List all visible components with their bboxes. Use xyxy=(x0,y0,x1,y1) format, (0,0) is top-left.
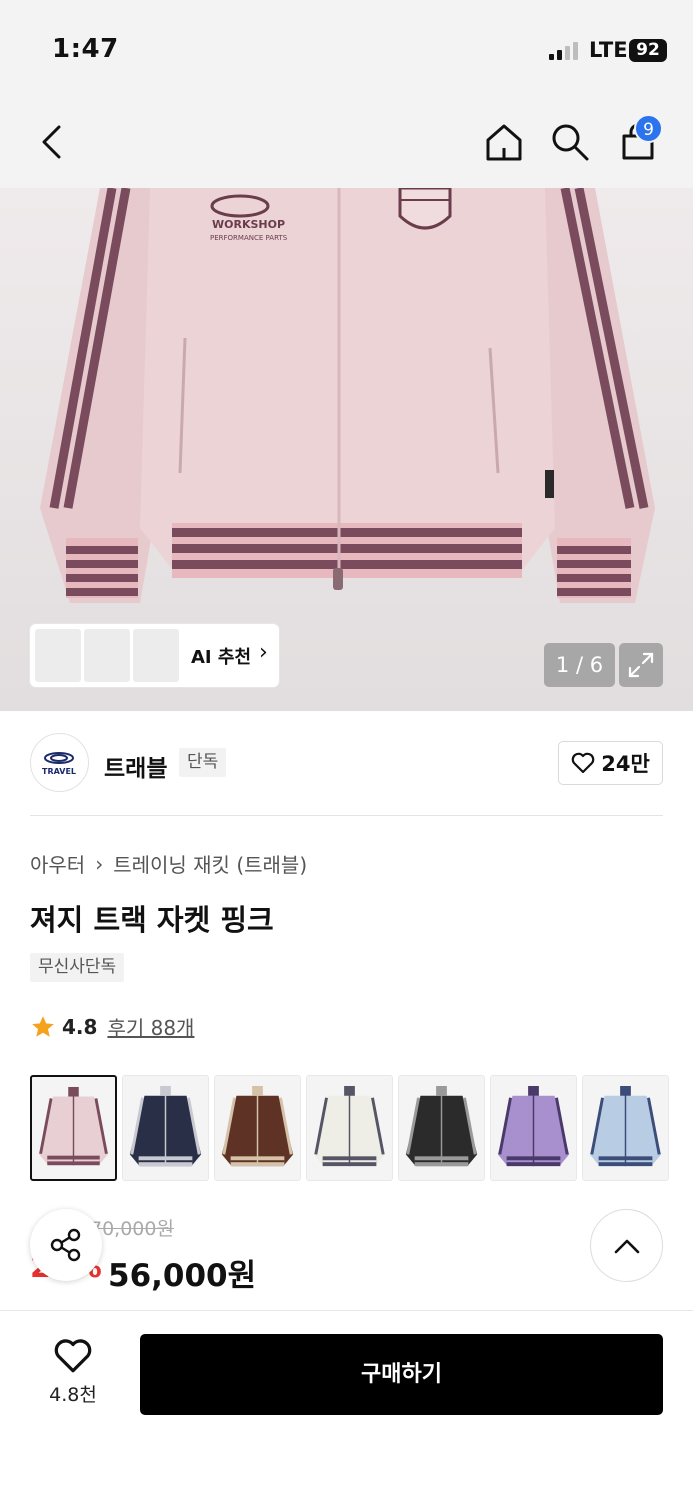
wishlist-count: 4.8천 xyxy=(49,1384,97,1406)
expand-icon[interactable] xyxy=(619,643,663,687)
svg-text:WORKSHOP: WORKSHOP xyxy=(212,218,285,231)
ai-recommend-label: AI 추천 xyxy=(191,647,252,668)
breadcrumb-item[interactable]: 아우터 xyxy=(30,849,85,878)
color-option-ivory[interactable] xyxy=(306,1075,393,1181)
status-bar: 1:47 LTE 92 xyxy=(0,0,693,100)
divider xyxy=(30,815,663,816)
heart-icon xyxy=(54,1339,92,1373)
color-option-black[interactable] xyxy=(398,1075,485,1181)
rating-value: 4.8 xyxy=(62,1014,98,1039)
color-option-navy[interactable] xyxy=(122,1075,209,1181)
top-nav xyxy=(0,100,693,188)
ai-thumbnail xyxy=(35,629,81,682)
chevron-up-icon xyxy=(614,1239,639,1253)
brand-logo[interactable]: TRAVEL xyxy=(30,733,89,792)
musinsa-exclusive-tag: 무신사단독 xyxy=(30,953,125,982)
review-link[interactable]: 후기 88개 xyxy=(107,1012,194,1041)
color-option-purple-model[interactable] xyxy=(490,1075,577,1181)
color-option-brown[interactable] xyxy=(214,1075,301,1181)
network-label: LTE xyxy=(589,38,628,62)
svg-text:PERFORMANCE PARTS: PERFORMANCE PARTS xyxy=(210,234,288,242)
breadcrumb: 아우터 › 트레이닝 재킷 (트래블) xyxy=(30,849,307,878)
sale-price: 56,000원 xyxy=(108,1258,257,1294)
image-page-counter: 1 / 6 xyxy=(544,643,615,687)
divider xyxy=(0,1310,693,1311)
brand-exclusive-tag: 단독 xyxy=(179,748,227,777)
brand-logo-text: TRAVEL xyxy=(42,767,76,776)
wishlist-button[interactable]: 4.8천 xyxy=(30,1334,116,1415)
ai-recommend-button[interactable]: AI 추천 › xyxy=(30,624,279,687)
price-area: 70,000원 20% 56,000원 xyxy=(30,1210,663,1305)
scroll-top-button[interactable] xyxy=(590,1209,663,1282)
product-title: 져지 트랙 자켓 핑크 xyxy=(30,903,274,937)
chevron-right-icon: › xyxy=(259,640,268,665)
search-icon[interactable] xyxy=(546,118,594,166)
status-time: 1:47 xyxy=(52,34,119,64)
color-option-sky-blue[interactable] xyxy=(582,1075,669,1181)
signal-icon xyxy=(549,42,578,60)
share-button[interactable] xyxy=(30,1209,102,1281)
ai-thumbnail xyxy=(84,629,130,682)
color-option-pink[interactable] xyxy=(30,1075,117,1181)
cart-count-badge: 9 xyxy=(634,114,663,143)
rating-row: 4.8 후기 88개 xyxy=(30,1012,194,1041)
breadcrumb-item[interactable]: 트레이닝 재킷 (트래블) xyxy=(113,849,307,878)
back-icon[interactable] xyxy=(28,118,76,166)
brand-like-button[interactable]: 24만 xyxy=(558,741,663,785)
brand-row: TRAVEL 트래블 단독 24만 xyxy=(0,711,693,815)
heart-icon xyxy=(571,752,595,774)
share-icon xyxy=(50,1228,81,1262)
brand-like-count: 24만 xyxy=(601,752,650,776)
original-price: 70,000원 xyxy=(90,1218,174,1240)
battery-icon: 92 xyxy=(629,39,667,62)
buy-button[interactable]: 구매하기 xyxy=(140,1334,663,1415)
color-options xyxy=(30,1075,669,1181)
chevron-right-icon: › xyxy=(95,851,104,876)
ai-thumbnail xyxy=(133,629,179,682)
brand-name[interactable]: 트래블 xyxy=(104,749,167,783)
home-icon[interactable] xyxy=(480,118,528,166)
star-icon xyxy=(32,1015,54,1037)
